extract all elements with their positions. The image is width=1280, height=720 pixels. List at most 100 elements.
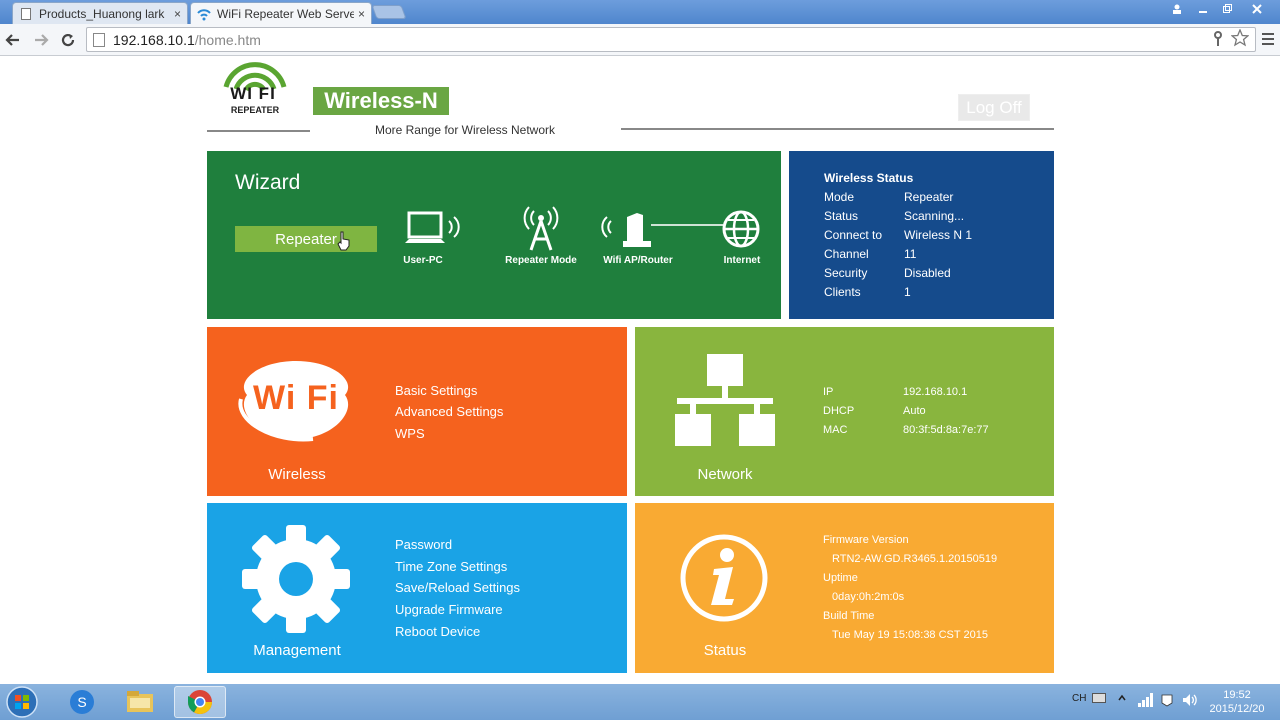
antenna-tower-icon xyxy=(519,206,563,257)
globe-icon xyxy=(721,209,761,254)
page-icon xyxy=(93,32,105,47)
logo-text: WI FI xyxy=(230,84,276,103)
volume-icon[interactable] xyxy=(1182,693,1198,710)
sogou-app-icon[interactable]: S xyxy=(56,686,108,718)
status-row-channel: Channel 11 xyxy=(824,247,1044,261)
clock-date: 2015/12/20 xyxy=(1209,703,1265,715)
wireless-status-title: Wireless Status xyxy=(824,171,914,185)
link-save-reload-settings[interactable]: Save/Reload Settings xyxy=(395,580,520,595)
menu-icon[interactable] xyxy=(1262,32,1274,50)
link-time-zone-settings[interactable]: Time Zone Settings xyxy=(395,559,507,574)
key-icon[interactable] xyxy=(1212,31,1224,51)
brand-badge: Wireless-N xyxy=(313,87,449,115)
network-key: IP xyxy=(823,386,834,398)
tab-products[interactable]: Products_Huanong lark × xyxy=(12,2,188,24)
status-tile[interactable]: Status Firmware Version RTN2-AW.GD.R3465… xyxy=(635,503,1054,673)
tray-expand-icon[interactable] xyxy=(1118,693,1126,706)
minimize-icon[interactable] xyxy=(1192,0,1214,18)
status-key: Status xyxy=(824,209,859,223)
uptime-label: Uptime xyxy=(823,572,858,584)
address-host: 192.168.10.1 xyxy=(113,31,195,48)
input-language-indicator[interactable]: CH xyxy=(1072,693,1086,704)
tab-close-icon[interactable]: × xyxy=(358,7,365,21)
reload-icon[interactable] xyxy=(57,29,79,51)
forward-arrow-icon[interactable] xyxy=(30,29,52,51)
gear-icon xyxy=(240,523,352,640)
status-key: Channel xyxy=(824,247,869,261)
network-value: Auto xyxy=(903,405,926,417)
header-divider-right xyxy=(621,128,1054,130)
clock-time: 19:52 xyxy=(1223,689,1251,701)
keyboard-icon[interactable] xyxy=(1092,693,1106,706)
status-label: Status xyxy=(703,642,747,659)
network-row-mac: MAC 80:3f:5d:8a:7e:77 xyxy=(823,424,1043,436)
browser-tab-strip: Products_Huanong lark × WiFi Repeater We… xyxy=(0,0,1280,24)
user-icon[interactable] xyxy=(1166,0,1188,18)
status-value: 11 xyxy=(904,247,917,261)
router-page: WI FI REPEATER Wireless-N More Range for… xyxy=(0,57,1280,684)
link-password[interactable]: Password xyxy=(395,537,452,552)
status-key: Mode xyxy=(824,190,855,204)
repeater-button[interactable]: Repeater xyxy=(235,226,377,252)
status-row-security: Security Disabled xyxy=(824,266,1044,280)
action-center-icon[interactable] xyxy=(1160,693,1174,710)
link-advanced-settings[interactable]: Advanced Settings xyxy=(395,404,503,419)
uptime-value: 0day:0h:2m:0s xyxy=(832,591,905,603)
log-off-button[interactable]: Log Off xyxy=(958,94,1030,121)
link-reboot-device[interactable]: Reboot Device xyxy=(395,624,480,639)
tagline: More Range for Wireless Network xyxy=(374,123,556,137)
management-label: Management xyxy=(253,642,341,659)
logo-subtext: REPEATER xyxy=(230,105,280,115)
address-bar[interactable]: 192.168.10.1 /home.htm xyxy=(86,27,1256,52)
wireless-status-tile: Wireless Status Mode Repeater Status Scann… xyxy=(789,151,1054,319)
status-row-clients: Clients 1 xyxy=(824,285,1044,299)
file-explorer-icon[interactable] xyxy=(114,686,166,718)
link-upgrade-firmware[interactable]: Upgrade Firmware xyxy=(395,602,503,617)
back-arrow-icon[interactable] xyxy=(2,29,24,51)
new-tab-button[interactable] xyxy=(371,5,407,19)
windows-taskbar: S CH 19:52 2015/12/20 xyxy=(0,684,1280,720)
link-wps[interactable]: WPS xyxy=(395,426,425,441)
chrome-app-icon[interactable] xyxy=(174,686,226,718)
wifi-badge-icon: Wi Fi xyxy=(233,359,359,443)
restore-icon[interactable] xyxy=(1216,0,1238,18)
status-key: Clients xyxy=(824,285,861,299)
info-icon xyxy=(679,533,769,628)
status-key: Security xyxy=(824,266,868,280)
close-window-icon[interactable] xyxy=(1246,0,1268,18)
tab-close-icon[interactable]: × xyxy=(174,7,181,21)
management-tile[interactable]: Management Password Time Zone Settings S… xyxy=(207,503,627,673)
status-row-status: Status Scanning... xyxy=(824,209,1044,223)
browser-toolbar: 192.168.10.1 /home.htm xyxy=(0,24,1280,56)
diagram-label-internet: Internet xyxy=(723,255,761,266)
status-row-connect-to: Connect to Wireless N 1 xyxy=(824,228,1044,242)
network-value: 80:3f:5d:8a:7e:77 xyxy=(903,424,989,436)
wizard-title: Wizard xyxy=(235,171,301,194)
taskbar-clock[interactable]: 19:52 2015/12/20 xyxy=(1200,688,1274,716)
firmware-version-value: RTN2-AW.GD.R3465.1.20150519 xyxy=(832,553,998,565)
svg-text:S: S xyxy=(77,694,86,710)
address-path: /home.htm xyxy=(194,31,261,48)
network-signal-icon[interactable] xyxy=(1138,693,1154,710)
status-value: Scanning... xyxy=(904,209,965,223)
firmware-version-label: Firmware Version xyxy=(823,534,909,546)
mouse-cursor-icon xyxy=(337,231,351,256)
header-divider-left xyxy=(207,130,310,132)
page-icon xyxy=(19,7,33,21)
network-key: MAC xyxy=(823,424,848,436)
network-value: 192.168.10.1 xyxy=(903,386,968,398)
windows-start-icon[interactable] xyxy=(4,686,40,718)
router-icon xyxy=(601,211,731,256)
status-value: Repeater xyxy=(904,190,954,204)
laptop-icon xyxy=(405,209,461,258)
tab-wifi-repeater[interactable]: WiFi Repeater Web Server × xyxy=(190,2,372,24)
wifi-badge-text: Wi Fi xyxy=(253,379,339,417)
bookmark-star-icon[interactable] xyxy=(1230,28,1250,51)
network-row-ip: IP 192.168.10.1 xyxy=(823,386,1043,398)
wireless-tile[interactable]: Wi Fi Wireless Basic Settings Advanced S… xyxy=(207,327,627,496)
network-row-dhcp: DHCP Auto xyxy=(823,405,1043,417)
link-basic-settings[interactable]: Basic Settings xyxy=(395,383,477,398)
network-tile[interactable]: Network IP 192.168.10.1 DHCP Auto MAC 80:3f… xyxy=(635,327,1054,496)
network-key: DHCP xyxy=(823,405,855,417)
status-value: Wireless N 1 xyxy=(904,228,973,242)
